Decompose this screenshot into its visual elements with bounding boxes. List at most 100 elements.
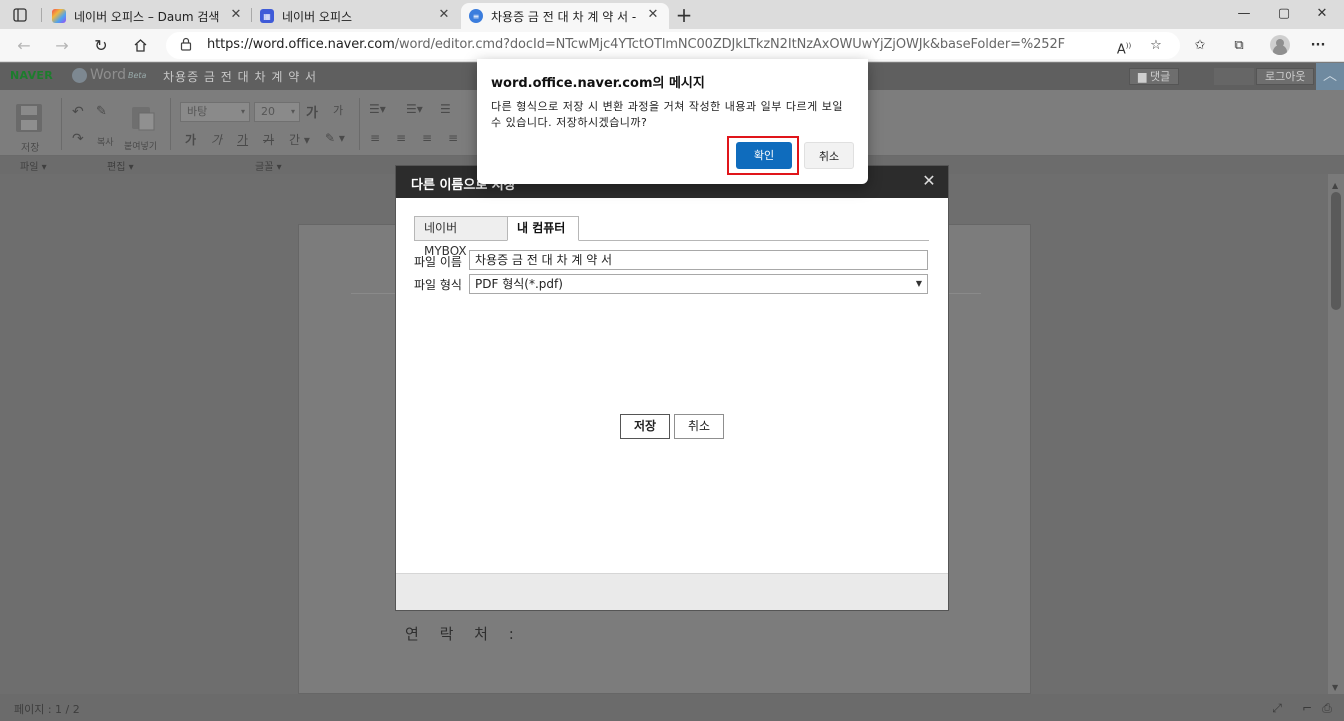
url-text: https://word.office.naver.com/word/edito… [207, 37, 1066, 52]
paste-label: 붙여넣기 [124, 142, 158, 152]
naver-word-favicon: ≡ [469, 9, 483, 23]
document-title[interactable]: 차용증 금 전 대 차 계 약 서 [163, 68, 317, 85]
more-icon[interactable]: ··· [1308, 36, 1328, 56]
save-toolbar-label: 저장 [21, 143, 40, 154]
tab-my-computer[interactable]: 내 컴퓨터 [507, 216, 579, 241]
align-right-icon[interactable]: ≡ [422, 131, 432, 145]
fullscreen-icon[interactable]: ⤢ [1270, 701, 1284, 715]
scrollbar-thumb[interactable] [1331, 192, 1341, 310]
indent-icon[interactable]: ☰ [440, 102, 451, 116]
alert-ok-button[interactable]: 확인 [736, 142, 792, 169]
word-logo-icon [72, 67, 87, 83]
close-tab-icon[interactable]: ✕ [436, 7, 452, 23]
alert-message: 다른 형식으로 저장 시 변환 과정을 거쳐 작성한 내용과 일부 다르게 보일… [491, 100, 843, 129]
dropdown-arrow-icon: ▼ [915, 279, 922, 288]
read-aloud-icon[interactable]: A)) [1114, 36, 1134, 57]
lock-icon[interactable] [180, 37, 192, 51]
add-favorite-icon[interactable]: ☆ [1146, 36, 1166, 56]
browser-address-bar: ← → ↻ https://word.office.naver.com/word… [0, 29, 1344, 62]
filename-label: 파일 이름 [414, 255, 462, 269]
scroll-up-arrow-icon[interactable]: ▲ [1332, 181, 1338, 190]
save-as-dialog: 다른 이름으로 저장 ✕ 네이버 MYBOX 내 컴퓨터 파일 이름 차용증 금… [395, 165, 949, 611]
strikethrough-icon[interactable]: 가 [263, 131, 274, 148]
filename-input[interactable]: 차용증 금 전 대 차 계 약 서 [469, 250, 928, 270]
tab-actions-icon[interactable] [10, 5, 30, 25]
scroll-down-arrow-icon[interactable]: ▼ [1332, 683, 1338, 692]
redo-icon[interactable]: ↷ [72, 131, 84, 147]
bullet-list-icon[interactable]: ☰▾ [369, 102, 386, 116]
tab-naver-office[interactable]: ▦ 네이버 오피스 ✕ [252, 3, 460, 29]
print-icon[interactable]: ⎙ [1320, 701, 1334, 715]
font-color-icon[interactable]: 간 ▾ [289, 131, 310, 148]
close-tab-icon[interactable]: ✕ [645, 7, 661, 23]
comment-button[interactable]: ▆ 댓글 [1129, 68, 1180, 85]
document-text-contact[interactable]: 연 락 처 : [405, 623, 522, 644]
ribbon-separator [61, 98, 62, 150]
save-location-tabs: 네이버 MYBOX 내 컴퓨터 [414, 216, 929, 258]
save-as-footer [396, 573, 948, 610]
profile-avatar[interactable] [1270, 35, 1290, 55]
daum-favicon [52, 9, 66, 23]
undo-icon[interactable]: ↶ [72, 104, 84, 120]
align-center-icon[interactable]: ≡ [396, 131, 406, 145]
page-info: 페이지 : 1 / 2 [14, 703, 80, 716]
tab-separator [41, 8, 42, 22]
browser-tab-bar: 네이버 오피스 – Daum 검색 ✕ ▦ 네이버 오피스 ✕ ≡ 차용증 금 … [0, 0, 1344, 29]
paste-icon[interactable] [129, 104, 157, 135]
minimize-icon[interactable]: — [1222, 3, 1266, 25]
comment-icon: ▆ [1138, 70, 1147, 83]
forward-icon[interactable]: → [50, 34, 74, 58]
increase-font-icon[interactable]: 가 [306, 102, 318, 121]
back-icon[interactable]: ← [12, 34, 36, 58]
ribbon-separator [359, 98, 360, 150]
copy-label[interactable]: 복사 [97, 135, 114, 148]
align-justify-icon[interactable]: ≡ [448, 131, 458, 145]
naver-office-favicon: ▦ [260, 9, 274, 23]
ruler-icon[interactable]: ⌐ [1300, 701, 1314, 715]
ribbon-group-font[interactable]: 글꼴 ▾ [255, 158, 282, 173]
status-bar [0, 694, 1344, 721]
italic-icon[interactable]: 가 [211, 131, 222, 148]
save-icon[interactable] [15, 103, 43, 136]
number-list-icon[interactable]: ☰▾ [406, 102, 423, 116]
format-painter-icon[interactable]: ✎ [96, 104, 107, 119]
user-name-box [1214, 68, 1254, 85]
vertical-scrollbar[interactable] [1328, 174, 1344, 694]
file-format-label: 파일 형식 [414, 278, 462, 292]
browser-alert-dialog: word.office.naver.com의 메시지 다른 형식으로 저장 시 … [477, 59, 868, 184]
refresh-icon[interactable]: ↻ [89, 34, 113, 58]
underline-icon[interactable]: 가 [237, 131, 248, 148]
align-left-icon[interactable]: ≡ [370, 131, 380, 145]
alert-source: word.office.naver.com의 메시지 [491, 76, 705, 91]
bold-icon[interactable]: 가 [185, 131, 196, 148]
naver-logo[interactable]: NAVER [10, 69, 53, 82]
tab-daum-search[interactable]: 네이버 오피스 – Daum 검색 ✕ [44, 3, 252, 29]
font-name-select[interactable]: 바탕 ▾ [180, 102, 250, 122]
dialog-cancel-button[interactable]: 취소 [674, 414, 724, 439]
dialog-save-button[interactable]: 저장 [620, 414, 670, 439]
tab-title: 네이버 오피스 – Daum 검색 [74, 9, 220, 24]
tab-title: 네이버 오피스 [282, 9, 353, 24]
home-icon[interactable] [128, 34, 152, 58]
url-field[interactable]: https://word.office.naver.com/word/edito… [166, 32, 1180, 59]
alert-cancel-button[interactable]: 취소 [804, 142, 854, 169]
font-size-select[interactable]: 20 ▾ [254, 102, 300, 122]
highlight-color-icon[interactable]: ✎ ▾ [325, 131, 345, 145]
ribbon-separator [170, 98, 171, 150]
close-window-icon[interactable]: ✕ [1300, 3, 1344, 25]
file-format-select[interactable]: PDF 형식(*.pdf) ▼ [469, 274, 928, 294]
decrease-font-icon[interactable]: 가 [333, 102, 343, 118]
close-tab-icon[interactable]: ✕ [228, 7, 244, 23]
tab-naver-mybox[interactable]: 네이버 MYBOX [414, 216, 508, 258]
close-dialog-icon[interactable]: ✕ [920, 172, 938, 190]
ribbon-group-edit[interactable]: 편집 ▾ [107, 158, 134, 173]
logout-button[interactable]: 로그아웃 [1256, 68, 1315, 85]
plus-icon[interactable]: + [674, 3, 694, 27]
ribbon-group-file[interactable]: 파일 ▾ [20, 158, 47, 173]
tab-naver-word-document[interactable]: ≡ 차용증 금 전 대 차 계 약 서 - 네이 ✕ [461, 3, 669, 29]
favorites-icon[interactable]: ✩ [1190, 36, 1210, 56]
collapse-up-icon[interactable]: ︿ [1316, 63, 1344, 90]
collections-icon[interactable]: ⧉ [1229, 36, 1249, 56]
tab-title: 차용증 금 전 대 차 계 약 서 - 네이 [491, 9, 641, 24]
word-logo[interactable]: Word Beta [72, 67, 146, 83]
